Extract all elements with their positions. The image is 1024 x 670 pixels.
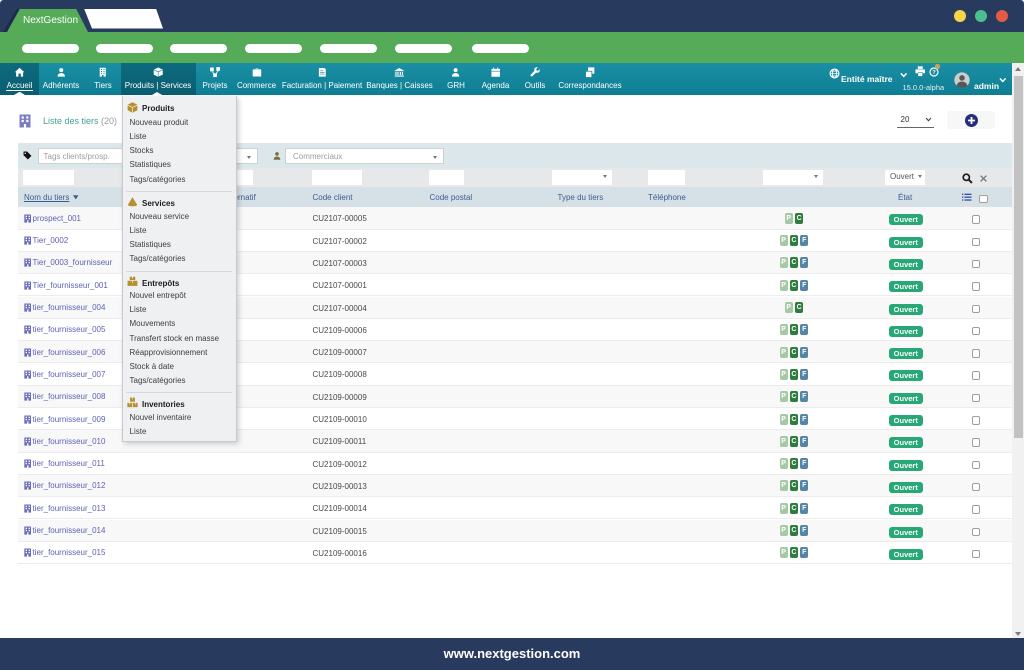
svg-text:?: ? xyxy=(932,70,936,76)
